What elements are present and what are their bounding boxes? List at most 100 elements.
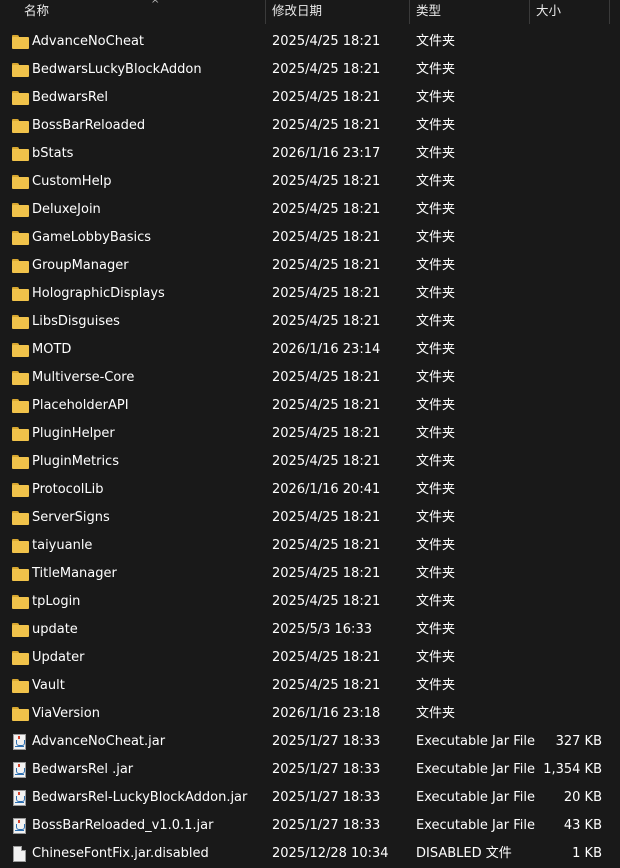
file-date: 2026/1/16 23:17 <box>272 146 381 161</box>
file-date: 2025/4/25 18:21 <box>272 118 381 133</box>
folder-icon <box>12 287 29 301</box>
file-type: Executable Jar File <box>416 734 535 749</box>
file-date: 2025/4/25 18:21 <box>272 286 381 301</box>
column-header-date[interactable]: 修改日期 <box>266 0 410 24</box>
file-type: 文件夹 <box>416 678 456 693</box>
file-type: 文件夹 <box>416 62 456 77</box>
folder-icon <box>12 651 29 665</box>
folder-icon <box>12 231 29 245</box>
file-row[interactable]: AdvanceNoCheat 2025/4/25 18:21 文件夹 <box>0 28 620 56</box>
file-type: 文件夹 <box>416 342 456 357</box>
file-row[interactable]: PluginHelper 2025/4/25 18:21 文件夹 <box>0 420 620 448</box>
file-name: BossBarReloaded_v1.0.1.jar <box>32 818 214 833</box>
file-name: Updater <box>32 650 85 665</box>
file-date: 2025/4/25 18:21 <box>272 650 381 665</box>
file-date: 2025/1/27 18:33 <box>272 762 381 777</box>
file-row[interactable]: tpLogin 2025/4/25 18:21 文件夹 <box>0 588 620 616</box>
file-date: 2025/1/27 18:33 <box>272 790 381 805</box>
column-header-size[interactable]: 大小 <box>530 0 610 24</box>
file-name: DeluxeJoin <box>32 202 101 217</box>
file-date: 2025/4/25 18:21 <box>272 594 381 609</box>
file-name: BedwarsLuckyBlockAddon <box>32 62 202 77</box>
folder-icon <box>12 455 29 469</box>
column-header-type-label: 类型 <box>416 3 442 18</box>
file-type: 文件夹 <box>416 426 456 441</box>
file-name: BossBarReloaded <box>32 118 146 133</box>
file-name: update <box>32 622 78 637</box>
file-name: ProtocolLib <box>32 482 104 497</box>
file-row[interactable]: Vault 2025/4/25 18:21 文件夹 <box>0 672 620 700</box>
file-row[interactable]: GameLobbyBasics 2025/4/25 18:21 文件夹 <box>0 224 620 252</box>
file-type: 文件夹 <box>416 230 456 245</box>
file-row[interactable]: BedwarsLuckyBlockAddon 2025/4/25 18:21 文件夹 <box>0 56 620 84</box>
folder-icon <box>12 63 29 77</box>
file-date: 2025/4/25 18:21 <box>272 398 381 413</box>
file-type: 文件夹 <box>416 622 456 637</box>
file-date: 2026/1/16 20:41 <box>272 482 381 497</box>
file-name: PluginHelper <box>32 426 115 441</box>
file-type: 文件夹 <box>416 118 456 133</box>
file-icon <box>13 846 26 862</box>
file-row[interactable]: Multiverse-Core 2025/4/25 18:21 文件夹 <box>0 364 620 392</box>
column-header-type[interactable]: 类型 <box>410 0 530 24</box>
file-row[interactable]: PluginMetrics 2025/4/25 18:21 文件夹 <box>0 448 620 476</box>
file-name: LibsDisguises <box>32 314 120 329</box>
file-row[interactable]: BossBarReloaded 2025/4/25 18:21 文件夹 <box>0 112 620 140</box>
folder-icon <box>12 623 29 637</box>
folder-icon <box>12 175 29 189</box>
file-name: HolographicDisplays <box>32 286 165 301</box>
file-row[interactable]: bStats 2026/1/16 23:17 文件夹 <box>0 140 620 168</box>
file-date: 2025/4/25 18:21 <box>272 538 381 553</box>
file-type: 文件夹 <box>416 706 456 721</box>
file-row[interactable]: MOTD 2026/1/16 23:14 文件夹 <box>0 336 620 364</box>
jar-file-icon <box>13 790 26 806</box>
jar-file-icon <box>13 734 26 750</box>
file-name: AdvanceNoCheat <box>32 34 145 49</box>
file-type: 文件夹 <box>416 398 456 413</box>
file-date: 2025/1/27 18:33 <box>272 734 381 749</box>
file-date: 2025/4/25 18:21 <box>272 426 381 441</box>
file-date: 2025/4/25 18:21 <box>272 454 381 469</box>
file-date: 2025/4/25 18:21 <box>272 202 381 217</box>
file-date: 2025/4/25 18:21 <box>272 90 381 105</box>
file-type: Executable Jar File <box>416 818 535 833</box>
file-size: 20 KB <box>563 790 602 805</box>
file-row[interactable]: PlaceholderAPI 2025/4/25 18:21 文件夹 <box>0 392 620 420</box>
column-header-size-label: 大小 <box>536 3 562 18</box>
file-row[interactable]: CustomHelp 2025/4/25 18:21 文件夹 <box>0 168 620 196</box>
file-type: 文件夹 <box>416 314 456 329</box>
file-row[interactable]: BossBarReloaded_v1.0.1.jar 2025/1/27 18:3… <box>0 812 620 840</box>
column-header-date-label: 修改日期 <box>272 3 323 18</box>
file-date: 2025/4/25 18:21 <box>272 62 381 77</box>
file-row[interactable]: GroupManager 2025/4/25 18:21 文件夹 <box>0 252 620 280</box>
file-date: 2026/1/16 23:14 <box>272 342 381 357</box>
file-type: 文件夹 <box>416 174 456 189</box>
file-name: BedwarsRel <box>32 90 108 105</box>
file-date: 2025/4/25 18:21 <box>272 566 381 581</box>
file-row[interactable]: ServerSigns 2025/4/25 18:21 文件夹 <box>0 504 620 532</box>
file-row[interactable]: BedwarsRel-LuckyBlockAddon.jar 2025/1/27 … <box>0 784 620 812</box>
folder-icon <box>12 483 29 497</box>
column-header-name[interactable]: ^ 名称 <box>0 0 266 24</box>
file-row[interactable]: BedwarsRel 2025/4/25 18:21 文件夹 <box>0 84 620 112</box>
file-row[interactable]: Updater 2025/4/25 18:21 文件夹 <box>0 644 620 672</box>
file-row[interactable]: HolographicDisplays 2025/4/25 18:21 文件夹 <box>0 280 620 308</box>
file-type: 文件夹 <box>416 566 456 581</box>
file-row[interactable]: TitleManager 2025/4/25 18:21 文件夹 <box>0 560 620 588</box>
file-list: AdvanceNoCheat 2025/4/25 18:21 文件夹 BedwarsL… <box>0 28 620 868</box>
file-row[interactable]: taiyuanle 2025/4/25 18:21 文件夹 <box>0 532 620 560</box>
file-type: 文件夹 <box>416 510 456 525</box>
file-type: 文件夹 <box>416 454 456 469</box>
file-name: BedwarsRel .jar <box>32 762 134 777</box>
file-row[interactable]: update 2025/5/3 16:33 文件夹 <box>0 616 620 644</box>
file-row[interactable]: ViaVersion 2026/1/16 23:18 文件夹 <box>0 700 620 728</box>
file-row[interactable]: AdvanceNoCheat.jar 2025/1/27 18:33 Executa… <box>0 728 620 756</box>
file-date: 2025/4/25 18:21 <box>272 678 381 693</box>
file-row[interactable]: BedwarsRel .jar 2025/1/27 18:33 Executable… <box>0 756 620 784</box>
file-type: 文件夹 <box>416 34 456 49</box>
file-row[interactable]: DeluxeJoin 2025/4/25 18:21 文件夹 <box>0 196 620 224</box>
file-name: ServerSigns <box>32 510 110 525</box>
file-row[interactable]: LibsDisguises 2025/4/25 18:21 文件夹 <box>0 308 620 336</box>
sort-caret-icon: ^ <box>151 0 160 10</box>
file-row[interactable]: ProtocolLib 2026/1/16 20:41 文件夹 <box>0 476 620 504</box>
